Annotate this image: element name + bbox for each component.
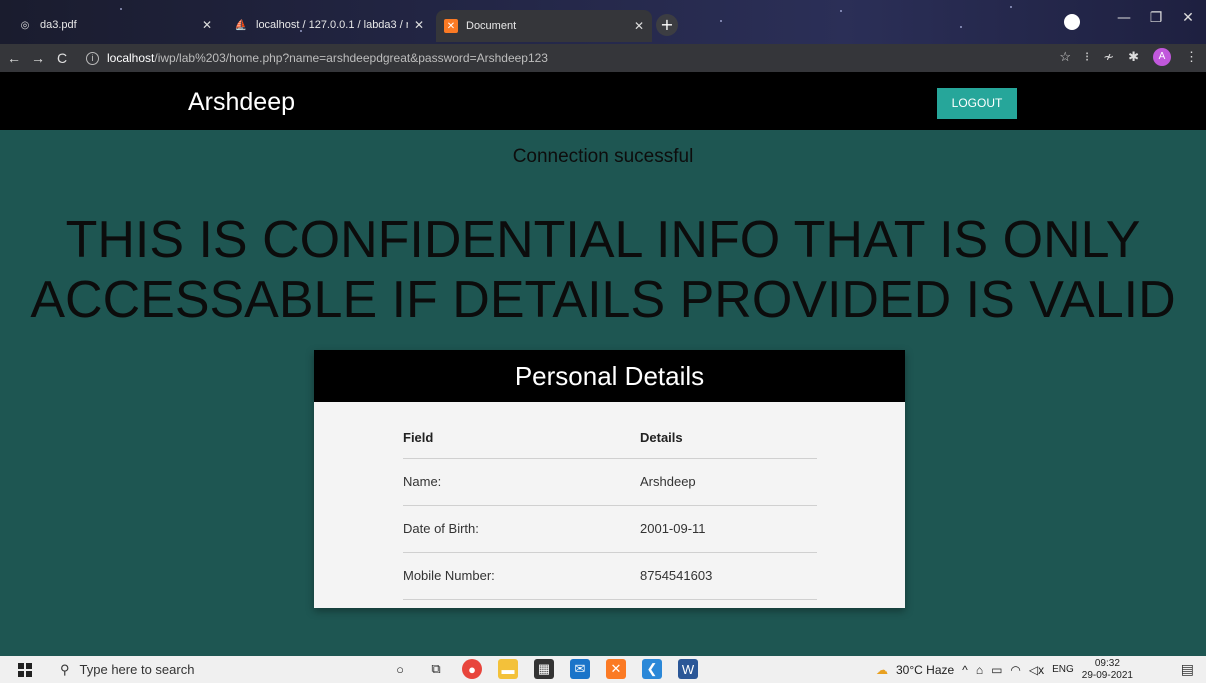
clock-date: 29-09-2021 bbox=[1081, 669, 1133, 681]
brand-logo[interactable]: Arshdeep bbox=[188, 88, 295, 117]
chrome-icon[interactable]: ● bbox=[462, 659, 482, 679]
url-host: localhost bbox=[107, 51, 155, 65]
connection-message: Connection sucessful bbox=[512, 146, 694, 167]
headline-line: ACCESSABLE IF DETAILS PROVIDED IS VALID bbox=[30, 271, 1176, 329]
table-header-row: Field Details bbox=[403, 418, 817, 459]
table-row: Date of Birth: 2001-09-11 bbox=[403, 505, 817, 553]
field-value: 2001-09-11 bbox=[640, 505, 817, 553]
battery-icon[interactable]: ▭ bbox=[991, 663, 1002, 677]
background-star bbox=[120, 8, 122, 10]
xampp-icon[interactable]: ✕ bbox=[606, 659, 626, 679]
xampp-icon: ✕ bbox=[444, 19, 458, 33]
browser-tab-bar: ◎ da3.pdf ✕ ⛵ localhost / 127.0.0.1 / la… bbox=[0, 0, 1206, 44]
extension-icon[interactable]: ⁝ bbox=[1085, 49, 1089, 65]
column-header: Field bbox=[403, 418, 640, 459]
notification-icon[interactable]: ▤ bbox=[1181, 661, 1194, 678]
background-star bbox=[720, 20, 722, 22]
tab-da3-pdf[interactable]: ◎ da3.pdf ✕ bbox=[10, 12, 220, 38]
field-label: Date of Birth: bbox=[403, 505, 640, 553]
details-table: Field Details Name: Arshdeep Date of Bir… bbox=[403, 418, 817, 600]
restore-icon[interactable]: ❐ bbox=[1144, 10, 1168, 26]
language-indicator[interactable]: ENG bbox=[1052, 664, 1074, 675]
weather-icon[interactable]: ☁ bbox=[876, 663, 888, 677]
reload-icon[interactable]: C bbox=[52, 50, 72, 66]
weather-text[interactable]: 30°C Haze bbox=[896, 663, 954, 677]
headline-line: THIS IS CONFIDENTIAL INFO THAT IS ONLY bbox=[65, 211, 1141, 269]
wifi-icon[interactable]: ◠ bbox=[1010, 663, 1020, 677]
url-field[interactable]: i localhost/iwp/lab%203/home.php?name=ar… bbox=[86, 51, 548, 65]
vscode-icon[interactable]: ❮ bbox=[642, 659, 662, 679]
site-navbar: Arshdeep LOGOUT bbox=[0, 72, 1206, 130]
phpmyadmin-icon: ⛵ bbox=[234, 19, 248, 31]
background-star bbox=[840, 10, 842, 12]
card-title: Personal Details bbox=[314, 350, 905, 402]
volume-icon[interactable]: ◁x bbox=[1029, 663, 1044, 677]
close-icon[interactable]: ✕ bbox=[202, 18, 212, 32]
chevron-up-icon[interactable]: ^ bbox=[962, 663, 968, 677]
file-explorer-icon[interactable]: ▬ bbox=[498, 659, 518, 679]
word-icon[interactable]: W bbox=[678, 659, 698, 679]
minimize-icon[interactable]: — bbox=[1112, 10, 1136, 26]
store-icon[interactable]: ▦ bbox=[534, 659, 554, 679]
forward-icon[interactable]: → bbox=[28, 50, 48, 66]
background-star bbox=[1010, 6, 1012, 8]
headline: THIS IS CONFIDENTIAL INFO THAT IS ONLY A… bbox=[0, 210, 1206, 330]
taskbar: ⚲ Type here to search ○ ⧉ ● ▬ ▦ ✉ ✕ ❮ W … bbox=[0, 656, 1206, 683]
task-view-icon[interactable]: ⧉ bbox=[426, 659, 446, 679]
logout-button[interactable]: LOGOUT bbox=[937, 88, 1017, 119]
menu-icon[interactable]: ⋮ bbox=[1185, 49, 1198, 65]
background-star bbox=[960, 26, 962, 28]
windows-start-icon[interactable] bbox=[18, 663, 32, 677]
personal-details-card: Personal Details Field Details Name: Ars… bbox=[314, 350, 905, 608]
search-placeholder: Type here to search bbox=[79, 662, 195, 677]
extension-icon[interactable]: ≁ bbox=[1103, 49, 1114, 65]
cortana-icon[interactable]: ○ bbox=[390, 659, 410, 679]
info-icon[interactable]: i bbox=[86, 51, 99, 65]
close-icon[interactable]: ✕ bbox=[414, 18, 424, 32]
field-label: Name: bbox=[403, 458, 640, 506]
back-icon[interactable]: ← bbox=[4, 50, 24, 66]
url-path: /iwp/lab%203/home.php?name=arshdeepdgrea… bbox=[154, 51, 548, 65]
network-icon[interactable]: ⌂ bbox=[976, 663, 983, 677]
field-value: 8754541603 bbox=[640, 552, 817, 600]
globe-icon: ◎ bbox=[20, 19, 30, 31]
taskbar-search[interactable]: ⚲ Type here to search bbox=[54, 658, 374, 681]
puzzle-icon[interactable]: ✱ bbox=[1128, 49, 1139, 65]
mail-icon[interactable]: ✉ bbox=[570, 659, 590, 679]
clock-time: 09:32 bbox=[1094, 657, 1120, 669]
avatar[interactable]: A bbox=[1153, 48, 1171, 66]
table-row: Name: Arshdeep bbox=[403, 458, 817, 506]
address-bar: ← → C i localhost/iwp/lab%203/home.php?n… bbox=[0, 44, 1206, 72]
column-header: Details bbox=[640, 418, 817, 459]
tab-document[interactable]: ✕ Document ✕ bbox=[436, 10, 652, 42]
field-label: Mobile Number: bbox=[403, 552, 640, 600]
close-window-icon[interactable]: ✕ bbox=[1176, 10, 1200, 26]
bookmark-star-icon[interactable]: ☆ bbox=[1059, 49, 1071, 65]
tab-phpmyadmin[interactable]: ⛵ localhost / 127.0.0.1 / labda3 / re ✕ bbox=[226, 12, 432, 38]
close-icon[interactable]: ✕ bbox=[634, 19, 644, 33]
field-value: Arshdeep bbox=[640, 458, 817, 506]
clock[interactable]: 09:32 29-09-2021 bbox=[1082, 658, 1133, 682]
search-icon: ⚲ bbox=[60, 661, 70, 677]
browser-profile-icon[interactable] bbox=[1064, 14, 1080, 30]
new-tab-button[interactable]: + bbox=[656, 14, 678, 36]
table-row: Mobile Number: 8754541603 bbox=[403, 552, 817, 600]
